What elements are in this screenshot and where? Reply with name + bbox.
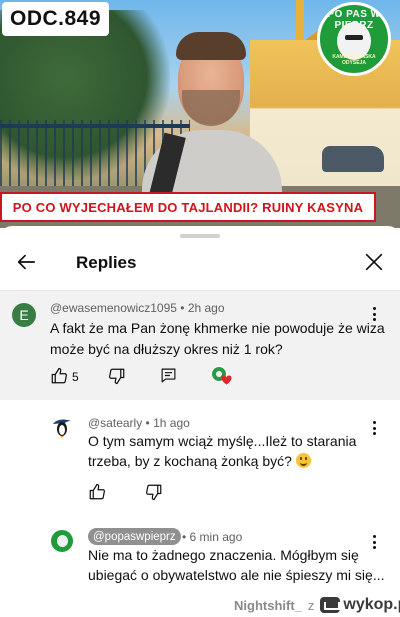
like-count: 5: [72, 370, 79, 384]
comment-text-line-2: może być na dłuższy okres niż 1 rok?: [50, 341, 283, 357]
heart-icon: [221, 375, 232, 385]
comment-author[interactable]: @satearly: [88, 416, 142, 430]
sheet-title: Replies: [76, 253, 137, 272]
thumbs-down-icon: [146, 484, 162, 501]
parent-comment: E @ewasemenowicz1095 • 2h ago A fakt że …: [0, 291, 400, 400]
thumbs-down-icon: [109, 368, 125, 385]
watermark-site: wykop.pl: [343, 596, 400, 613]
meta-separator: •: [180, 301, 188, 315]
channel-logo: PO PAS W PIEPRZ KAMBODŻAŃSKA ODYSEJA: [317, 2, 391, 76]
like-button[interactable]: [88, 483, 106, 501]
comment-text-line-1: O tym samym wciąż myślę...Ileż to staran…: [88, 433, 357, 449]
person-beard: [182, 90, 240, 126]
arrow-left-icon: [17, 254, 36, 270]
video-thumbnail[interactable]: ODC.849 PO PAS W PIEPRZ KAMBODŻAŃSKA ODY…: [0, 0, 400, 228]
avatar[interactable]: [50, 529, 74, 553]
comment-text-line-2: trzeba, by z kochaną żonką być?: [88, 451, 311, 472]
comment-text-line-2: ubiegać o obywatelstwo ale nie śpieszy m…: [88, 567, 385, 583]
video-title-banner: PO CO WYJECHAŁEM DO TAJLANDII? RUINY KAS…: [0, 192, 376, 222]
host-person: [142, 18, 282, 220]
comment-time: 2h ago: [187, 301, 225, 315]
comment-meta: • 6 min ago: [182, 530, 242, 544]
comment-text-line-1: A fakt że ma Pan żonę khmerke nie powodu…: [50, 320, 385, 336]
watermark-user: Nightshift_: [234, 597, 302, 613]
more-options-button[interactable]: [368, 419, 380, 437]
meta-separator: •: [182, 530, 190, 544]
thumbs-up-icon: [89, 483, 105, 500]
comment-text: trzeba, by z kochaną żonką być?: [88, 453, 292, 469]
wykop-box-icon: [320, 597, 341, 613]
close-icon: [365, 253, 383, 271]
comment-author[interactable]: @ewasemenowicz1095: [50, 301, 177, 315]
watermark-z: z: [307, 597, 315, 613]
creator-heart-badge: [211, 366, 232, 386]
pickup-truck: [322, 146, 384, 172]
logo-text-bottom: KAMBODŻAŃSKA ODYSEJA: [332, 54, 376, 66]
reply-button[interactable]: [160, 367, 177, 384]
avatar[interactable]: [50, 415, 74, 439]
comment-time: 1h ago: [153, 416, 190, 430]
wykop-logo: wykop.pl: [320, 596, 400, 614]
grinning-emoji-icon: [295, 453, 311, 468]
comment-meta: @satearly • 1h ago: [88, 416, 190, 430]
thumbs-up-icon: [51, 367, 67, 384]
episode-badge: ODC.849: [2, 2, 110, 36]
back-button[interactable]: [12, 248, 40, 276]
like-button[interactable]: [50, 367, 68, 385]
comment-time: 6 min ago: [189, 530, 243, 544]
comment-reply-icon: [161, 368, 176, 383]
sheet-drag-handle[interactable]: [180, 234, 220, 238]
dislike-button[interactable]: [108, 367, 126, 385]
dislike-button[interactable]: [145, 483, 163, 501]
person-hair: [176, 32, 246, 60]
replies-sheet: Replies E @ewasemenowicz1095 • 2h ago A …: [0, 226, 400, 617]
creator-handle-chip[interactable]: @popaswpieprz: [88, 528, 181, 545]
avatar[interactable]: E: [12, 303, 36, 327]
wykop-watermark: Nightshift_ z wykop.pl: [234, 594, 400, 616]
comment-meta: @ewasemenowicz1095 • 2h ago: [50, 301, 225, 315]
video-title: PO CO WYJECHAŁEM DO TAJLANDII? RUINY KAS…: [12, 199, 364, 215]
comment-text-line-1: Nie ma to żadnego znaczenia. Mógłbym się: [88, 547, 359, 563]
close-button[interactable]: [360, 248, 388, 276]
penguin-avatar-icon: [53, 419, 71, 438]
more-options-button[interactable]: [368, 533, 380, 551]
meta-separator: •: [145, 416, 154, 430]
